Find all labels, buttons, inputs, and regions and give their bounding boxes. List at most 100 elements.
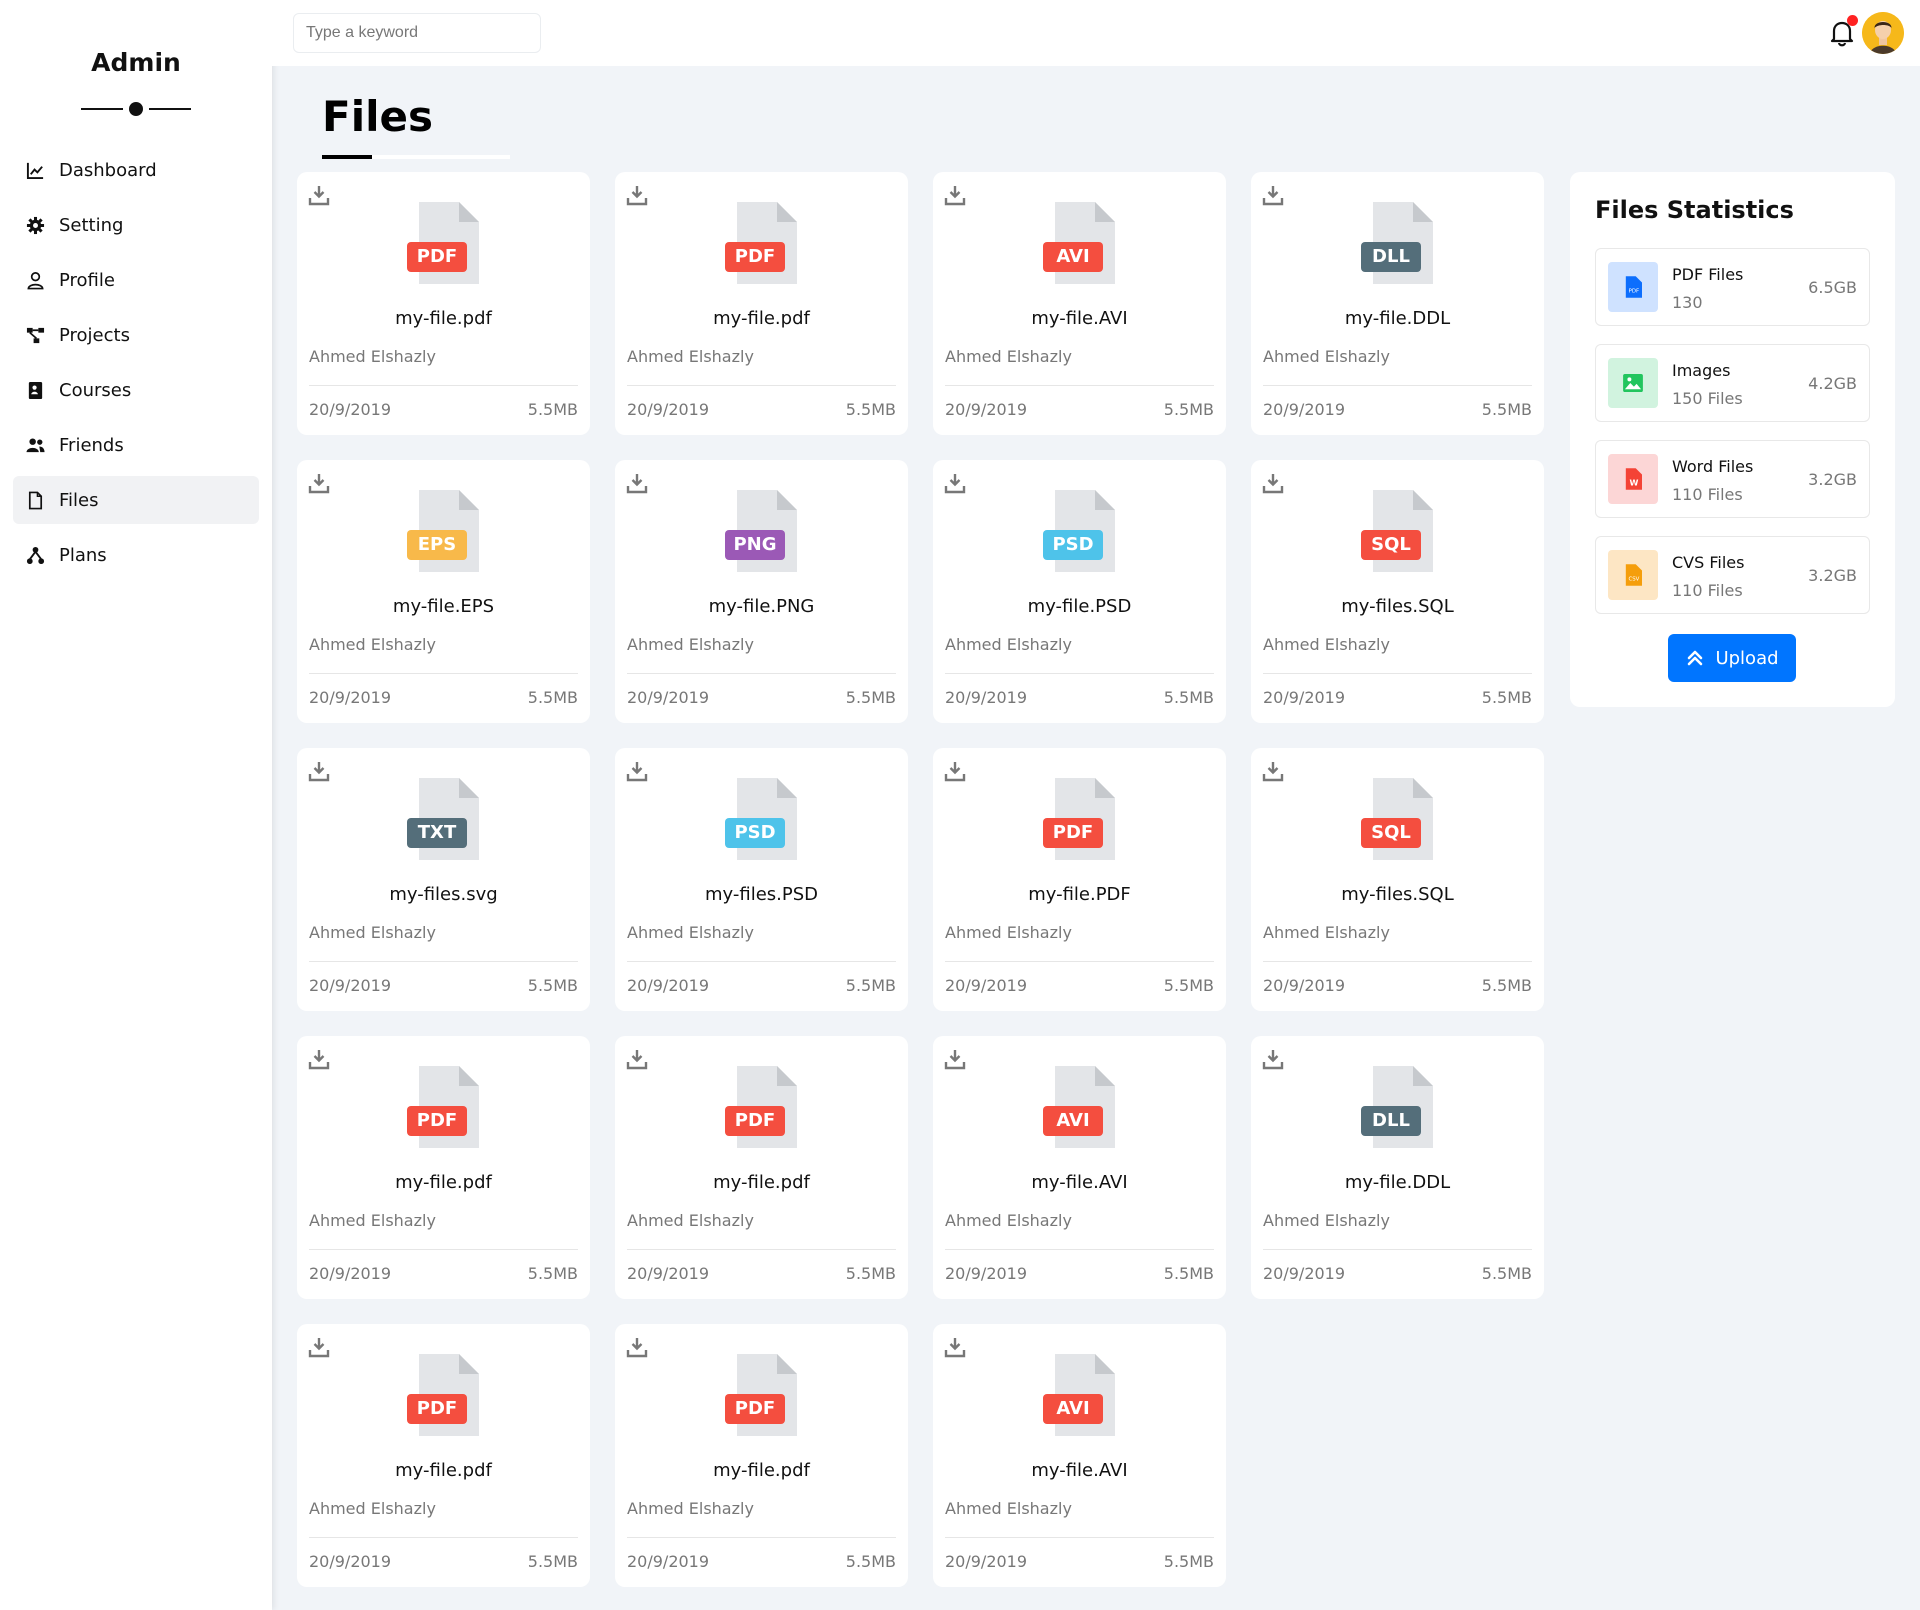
file-type-icon: DLL xyxy=(1361,1066,1433,1148)
file-date: 20/9/2019 xyxy=(309,688,392,707)
file-date: 20/9/2019 xyxy=(945,400,1028,419)
avatar[interactable] xyxy=(1862,12,1904,54)
download-icon[interactable] xyxy=(626,184,648,206)
file-type-icon: EPS xyxy=(407,490,479,572)
sidebar-item-friends[interactable]: Friends xyxy=(13,421,259,469)
file-name: my-file.pdf xyxy=(395,1460,492,1481)
divider xyxy=(1263,673,1532,674)
download-icon[interactable] xyxy=(626,472,648,494)
download-icon[interactable] xyxy=(1262,472,1284,494)
download-icon[interactable] xyxy=(944,760,966,782)
search-input[interactable] xyxy=(293,13,541,53)
download-icon[interactable] xyxy=(308,760,330,782)
file-size: 5.5MB xyxy=(845,688,896,707)
file-card[interactable]: SQL my-files.SQL Ahmed Elshazly 20/9/201… xyxy=(1251,460,1544,723)
file-card[interactable]: AVI my-file.AVI Ahmed Elshazly 20/9/2019… xyxy=(933,172,1226,435)
file-type-icon: PDF xyxy=(725,1066,797,1148)
download-icon[interactable] xyxy=(626,1336,648,1358)
file-date: 20/9/2019 xyxy=(945,1552,1028,1571)
file-type-icon: AVI xyxy=(1043,202,1115,284)
file-type-label: DLL xyxy=(1361,242,1421,272)
file-card[interactable]: DLL my-file.DDL Ahmed Elshazly 20/9/2019… xyxy=(1251,172,1544,435)
stat-name: PDF Files xyxy=(1672,265,1744,284)
sidebar-item-files[interactable]: Files xyxy=(13,476,259,524)
file-type-label: PDF xyxy=(725,1394,785,1424)
stat-word-files[interactable]: W Word Files 110 Files 3.2GB xyxy=(1595,440,1870,518)
title-decoration xyxy=(81,102,191,116)
file-size: 5.5MB xyxy=(1163,688,1214,707)
file-name: my-file.AVI xyxy=(1031,1460,1128,1481)
file-type-label: TXT xyxy=(407,818,467,848)
file-card[interactable]: AVI my-file.AVI Ahmed Elshazly 20/9/2019… xyxy=(933,1036,1226,1299)
download-icon[interactable] xyxy=(308,472,330,494)
sidebar-item-profile[interactable]: Profile xyxy=(13,256,259,304)
notification-bell-icon[interactable] xyxy=(1828,15,1858,48)
file-card[interactable]: PNG my-file.PNG Ahmed Elshazly 20/9/2019… xyxy=(615,460,908,723)
file-owner: Ahmed Elshazly xyxy=(309,635,436,654)
divider xyxy=(627,961,896,962)
file-card[interactable]: PDF my-file.pdf Ahmed Elshazly 20/9/2019… xyxy=(297,1324,590,1587)
sidebar-item-projects[interactable]: Projects xyxy=(13,311,259,359)
file-date: 20/9/2019 xyxy=(309,1264,392,1283)
upload-button[interactable]: Upload xyxy=(1668,634,1796,682)
file-type-icon: PDF xyxy=(725,1354,797,1436)
download-icon[interactable] xyxy=(944,1048,966,1070)
download-icon[interactable] xyxy=(626,1048,648,1070)
stat-name: CVS Files xyxy=(1672,553,1745,572)
file-date: 20/9/2019 xyxy=(1263,1264,1346,1283)
file-date: 20/9/2019 xyxy=(627,1264,710,1283)
file-card[interactable]: PSD my-file.PSD Ahmed Elshazly 20/9/2019… xyxy=(933,460,1226,723)
file-card[interactable]: EPS my-file.EPS Ahmed Elshazly 20/9/2019… xyxy=(297,460,590,723)
stat-count: 150 Files xyxy=(1672,389,1743,408)
file-name: my-file.PNG xyxy=(708,596,815,617)
download-icon[interactable] xyxy=(1262,760,1284,782)
file-date: 20/9/2019 xyxy=(945,688,1028,707)
download-icon[interactable] xyxy=(1262,1048,1284,1070)
file-name: my-file.AVI xyxy=(1031,308,1128,329)
file-owner: Ahmed Elshazly xyxy=(309,347,436,366)
sidebar-item-courses[interactable]: Courses xyxy=(13,366,259,414)
file-card[interactable]: SQL my-files.SQL Ahmed Elshazly 20/9/201… xyxy=(1251,748,1544,1011)
sidebar-item-plans[interactable]: Plans xyxy=(13,531,259,579)
file-type-icon: PSD xyxy=(1043,490,1115,572)
download-icon[interactable] xyxy=(944,1336,966,1358)
download-icon[interactable] xyxy=(308,184,330,206)
download-icon[interactable] xyxy=(944,184,966,206)
file-card[interactable]: PDF my-file.PDF Ahmed Elshazly 20/9/2019… xyxy=(933,748,1226,1011)
divider xyxy=(945,1537,1214,1538)
sidebar-item-setting[interactable]: Setting xyxy=(13,201,259,249)
sidebar-item-dashboard[interactable]: Dashboard xyxy=(13,146,259,194)
file-name: my-file.AVI xyxy=(1031,1172,1128,1193)
file-card[interactable]: DLL my-file.DDL Ahmed Elshazly 20/9/2019… xyxy=(1251,1036,1544,1299)
file-card[interactable]: AVI my-file.AVI Ahmed Elshazly 20/9/2019… xyxy=(933,1324,1226,1587)
download-icon[interactable] xyxy=(626,760,648,782)
file-owner: Ahmed Elshazly xyxy=(309,923,436,942)
file-card[interactable]: PDF my-file.pdf Ahmed Elshazly 20/9/2019… xyxy=(615,1324,908,1587)
stat-pdf-files[interactable]: PDF PDF Files 130 6.5GB xyxy=(1595,248,1870,326)
download-icon[interactable] xyxy=(308,1336,330,1358)
graduation-icon xyxy=(25,380,45,400)
file-card[interactable]: PSD my-files.PSD Ahmed Elshazly 20/9/201… xyxy=(615,748,908,1011)
download-icon[interactable] xyxy=(944,472,966,494)
file-type-icon: PDF xyxy=(407,1066,479,1148)
download-icon[interactable] xyxy=(1262,184,1284,206)
file-size: 5.5MB xyxy=(845,976,896,995)
file-card[interactable]: PDF my-file.pdf Ahmed Elshazly 20/9/2019… xyxy=(297,172,590,435)
file-card[interactable]: PDF my-file.pdf Ahmed Elshazly 20/9/2019… xyxy=(615,172,908,435)
file-card[interactable]: TXT my-files.svg Ahmed Elshazly 20/9/201… xyxy=(297,748,590,1011)
file-size: 5.5MB xyxy=(527,1552,578,1571)
stat-images[interactable]: Images 150 Files 4.2GB xyxy=(1595,344,1870,422)
stat-size: 6.5GB xyxy=(1808,278,1857,297)
file-card[interactable]: PDF my-file.pdf Ahmed Elshazly 20/9/2019… xyxy=(297,1036,590,1299)
file-name: my-file.PSD xyxy=(1027,596,1132,617)
divider xyxy=(309,673,578,674)
word-file-icon: W xyxy=(1608,454,1658,504)
download-icon[interactable] xyxy=(308,1048,330,1070)
file-date: 20/9/2019 xyxy=(1263,976,1346,995)
file-owner: Ahmed Elshazly xyxy=(945,635,1072,654)
stat-cvs-files[interactable]: CSV CVS Files 110 Files 3.2GB xyxy=(1595,536,1870,614)
file-type-label: PDF xyxy=(1043,818,1103,848)
file-owner: Ahmed Elshazly xyxy=(627,923,754,942)
file-type-icon: PDF xyxy=(407,202,479,284)
file-card[interactable]: PDF my-file.pdf Ahmed Elshazly 20/9/2019… xyxy=(615,1036,908,1299)
